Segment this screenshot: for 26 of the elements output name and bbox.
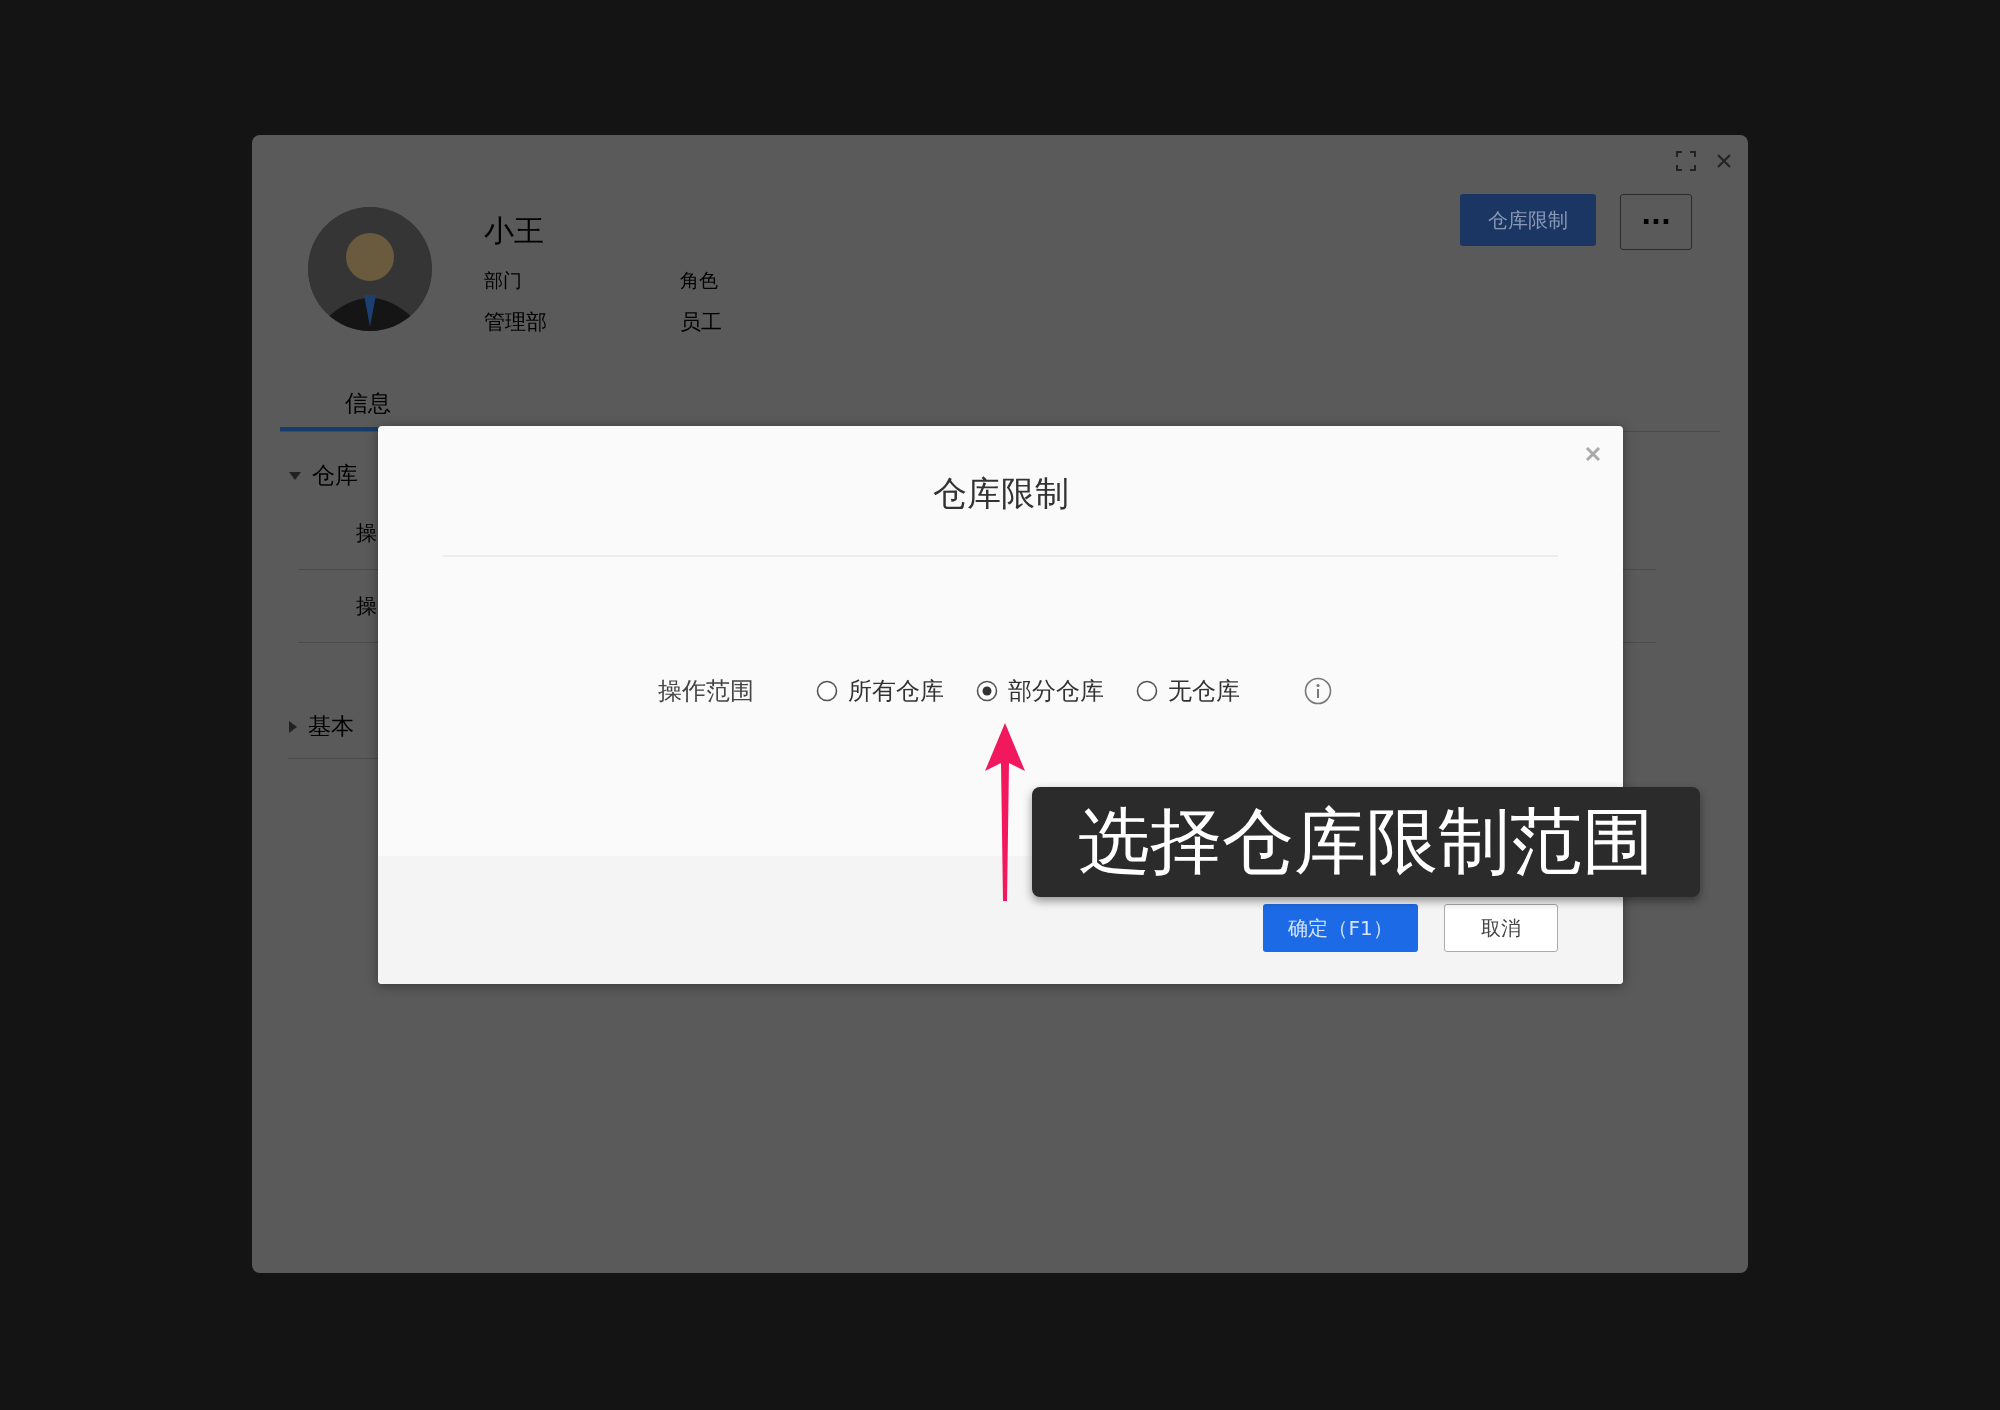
- annotation-tooltip: 选择仓库限制范围: [1032, 787, 1700, 897]
- arrow-icon: [984, 723, 1026, 903]
- field-label: 操作范围: [658, 676, 754, 707]
- radio-icon[interactable]: [1136, 680, 1158, 702]
- caret-icon[interactable]: [288, 719, 298, 734]
- section-title[interactable]: 基本: [308, 711, 354, 742]
- cancel-button[interactable]: 取消: [1444, 904, 1558, 952]
- field-label: 角色: [680, 268, 718, 293]
- more-button[interactable]: ···: [1620, 194, 1692, 250]
- field-value: 员工: [680, 309, 722, 336]
- radio-option[interactable]: 部分仓库: [976, 675, 1104, 707]
- confirm-button[interactable]: 确定（F1）: [1263, 904, 1418, 952]
- user-name: 小王: [484, 212, 544, 250]
- fullscreen-icon[interactable]: [1676, 151, 1696, 171]
- close-icon[interactable]: [1716, 153, 1732, 169]
- radio-option[interactable]: 所有仓库: [816, 675, 944, 707]
- section-title[interactable]: 仓库: [312, 460, 358, 491]
- radio-option[interactable]: 无仓库: [1136, 675, 1240, 707]
- info-icon[interactable]: [1304, 677, 1332, 705]
- caret-icon[interactable]: [288, 470, 302, 481]
- warehouse-limit-button[interactable]: 仓库限制: [1460, 194, 1596, 246]
- radio-icon[interactable]: [816, 680, 838, 702]
- field-label: 部门: [484, 268, 522, 293]
- radio-icon[interactable]: [976, 680, 998, 702]
- field-value: 管理部: [484, 309, 547, 336]
- close-icon[interactable]: [1585, 446, 1601, 462]
